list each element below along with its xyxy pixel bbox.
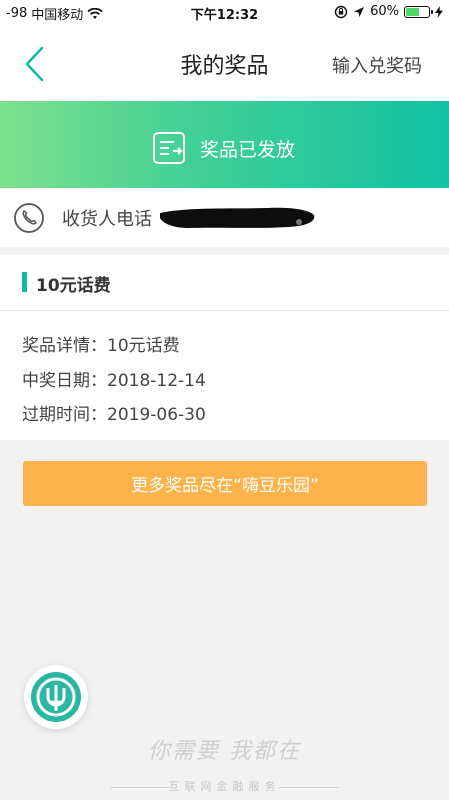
prize-card: 10元话费 奖品详情：10元话费 中奖日期：2018-12-14 过期时间：20… (0, 255, 449, 440)
banner-status-text: 奖品已发放 (200, 138, 296, 161)
detail-value: 2018-12-14 (107, 371, 206, 391)
win-date-row: 中奖日期：2018-12-14 (22, 366, 206, 391)
phone-label: 收货人电话 (62, 209, 152, 230)
status-banner: 奖品已发放 (0, 101, 449, 188)
nav-bar: 我的奖品 输入兑奖码 (0, 26, 449, 101)
status-right: 60% (334, 4, 443, 19)
detail-value: 2019-06-30 (107, 405, 206, 425)
detail-value: 10元话费 (107, 336, 180, 356)
location-icon (354, 6, 365, 17)
charging-icon (435, 5, 443, 18)
rotation-lock-icon (334, 5, 348, 18)
detail-label: 奖品详情： (22, 336, 107, 356)
battery-level (406, 7, 420, 16)
redeem-code-link[interactable]: 输入兑奖码 (332, 52, 422, 78)
watermark-slogan: 你需要 我都在 (148, 739, 301, 764)
detail-label: 过期时间： (22, 405, 107, 425)
accent-bar (22, 272, 27, 292)
detail-label: 中奖日期： (22, 371, 107, 391)
prize-title: 10元话费 (36, 276, 111, 296)
prize-detail-row: 奖品详情：10元话费 (22, 331, 180, 356)
floating-bank-logo-button[interactable] (24, 665, 88, 729)
back-chevron-icon[interactable] (20, 44, 50, 84)
prize-card-header: 10元话费 (0, 255, 449, 311)
expiry-date-row: 过期时间：2019-06-30 (22, 400, 206, 425)
battery-icon (404, 5, 433, 18)
watermark-subtitle: 互联网金融服务 (168, 780, 281, 793)
redacted-phone-number (160, 207, 315, 228)
phone-icon (14, 203, 44, 233)
status-bar: -98 中国移动 下午12:32 60% (0, 0, 449, 26)
more-prizes-button[interactable]: 更多奖品尽在“嗨豆乐园” (23, 461, 427, 506)
bank-logo-icon (31, 672, 81, 722)
shipped-card-icon (153, 132, 185, 164)
battery-percent: 60% (370, 4, 399, 19)
